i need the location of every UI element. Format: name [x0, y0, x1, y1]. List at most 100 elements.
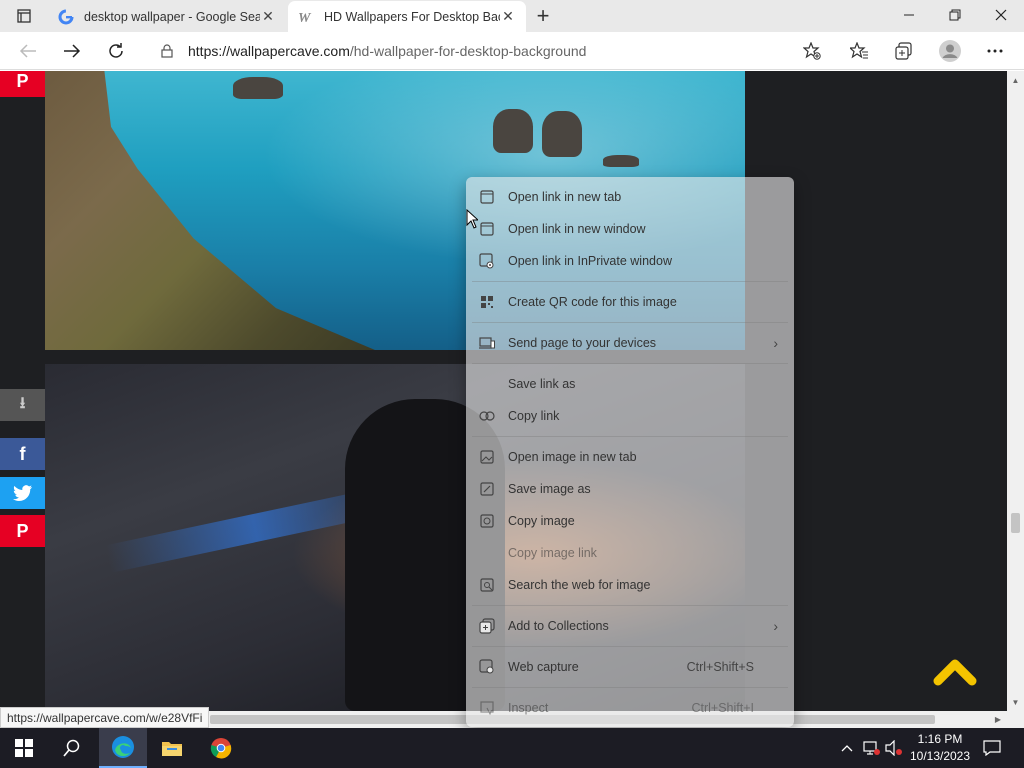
- scroll-up-icon[interactable]: ▲: [1007, 73, 1024, 87]
- system-clock[interactable]: 1:16 PM 10/13/2023: [904, 731, 976, 765]
- menu-item-label: Send page to your devices: [508, 336, 657, 350]
- rock-shape: [542, 111, 582, 157]
- image-tab-icon: [478, 448, 496, 466]
- vertical-scroll-thumb[interactable]: [1011, 513, 1020, 533]
- menu-item-open-link-new-tab[interactable]: Open link in new tab: [466, 182, 794, 212]
- collections-icon: [478, 617, 496, 635]
- tab-google-search[interactable]: desktop wallpaper - Google Sea ✕: [48, 1, 286, 32]
- new-tab-button[interactable]: +: [530, 3, 556, 28]
- network-icon[interactable]: [860, 728, 882, 768]
- menu-item-label: Open link in InPrivate window: [508, 254, 672, 268]
- menu-item-copy-image[interactable]: Copy image: [466, 506, 794, 536]
- web-capture-icon: [478, 658, 496, 676]
- tab-actions-icon[interactable]: [8, 4, 40, 28]
- search-icon[interactable]: [48, 728, 96, 768]
- chevron-right-icon: ›: [773, 335, 778, 351]
- cliff-shape: [45, 71, 375, 350]
- menu-item-search-web-for-image[interactable]: Search the web for image: [466, 570, 794, 600]
- scroll-down-icon[interactable]: ▼: [1007, 695, 1024, 709]
- notifications-icon[interactable]: [978, 728, 1006, 768]
- restore-button[interactable]: [932, 0, 978, 30]
- menu-item-web-capture[interactable]: Web capture Ctrl+Shift+S: [466, 652, 794, 682]
- tab-strip: desktop wallpaper - Google Sea ✕ W HD Wa…: [0, 0, 1024, 32]
- devices-icon: [478, 334, 496, 352]
- qr-code-icon: [478, 293, 496, 311]
- wallpapercave-icon: W: [298, 9, 314, 25]
- search-image-icon: [478, 576, 496, 594]
- start-button[interactable]: [0, 728, 48, 768]
- edge-taskbar-icon[interactable]: [99, 728, 147, 768]
- menu-item-label: Search the web for image: [508, 578, 651, 592]
- minimize-button[interactable]: [886, 0, 932, 30]
- pinterest-icon[interactable]: P: [0, 71, 45, 97]
- rock-shape: [493, 109, 533, 153]
- chrome-icon[interactable]: [197, 728, 245, 768]
- status-bar-url: https://wallpapercave.com/w/e28VfFi: [0, 707, 210, 728]
- menu-item-save-image-as[interactable]: Save image as: [466, 474, 794, 504]
- inspect-icon: [478, 699, 496, 717]
- scroll-right-icon[interactable]: ▶: [991, 711, 1005, 728]
- inprivate-icon: [478, 252, 496, 270]
- google-icon: [58, 9, 74, 25]
- menu-item-label: Open link in new window: [508, 222, 646, 236]
- pinterest-icon[interactable]: P: [0, 515, 45, 547]
- volume-muted-icon[interactable]: [884, 728, 904, 768]
- menu-item-create-qr-code[interactable]: Create QR code for this image: [466, 287, 794, 317]
- back-button[interactable]: [12, 35, 44, 67]
- menu-item-label: Copy link: [508, 409, 560, 423]
- refresh-button[interactable]: [100, 35, 132, 67]
- menu-item-shortcut: Ctrl+Shift+S: [686, 660, 754, 674]
- tab-title: HD Wallpapers For Desktop Back: [324, 9, 500, 24]
- menu-item-copy-link[interactable]: Copy link: [466, 401, 794, 431]
- menu-item-save-link-as[interactable]: Save link as: [466, 369, 794, 399]
- tab-wallpapercave[interactable]: W HD Wallpapers For Desktop Back ✕: [288, 1, 526, 32]
- taskbar: 1:16 PM 10/13/2023: [0, 728, 1024, 768]
- tab-title: desktop wallpaper - Google Sea: [84, 9, 260, 24]
- address-bar[interactable]: https://wallpapercave.com/hd-wallpaper-f…: [146, 36, 836, 66]
- clock-time: 1:16 PM: [917, 732, 963, 746]
- scroll-to-top-button[interactable]: [930, 651, 980, 691]
- download-icon[interactable]: ⭳: [0, 389, 45, 421]
- menu-item-inspect[interactable]: Inspect Ctrl+Shift+I: [466, 693, 794, 723]
- rock-shape: [233, 77, 283, 99]
- menu-item-label: Create QR code for this image: [508, 295, 677, 309]
- menu-item-copy-image-link[interactable]: Copy image link: [466, 538, 794, 568]
- menu-separator: [472, 687, 788, 688]
- lock-icon[interactable]: [152, 44, 182, 58]
- menu-item-open-link-inprivate[interactable]: Open link in InPrivate window: [466, 246, 794, 276]
- mouse-cursor-icon: [466, 208, 480, 229]
- menu-item-label: Copy image: [508, 514, 575, 528]
- menu-item-label: Save image as: [508, 482, 591, 496]
- chevron-up-icon[interactable]: [838, 728, 856, 768]
- url-host: https://wallpapercave.com: [188, 43, 350, 59]
- close-tab-icon[interactable]: ✕: [260, 8, 276, 25]
- facebook-icon[interactable]: f: [0, 438, 45, 470]
- menu-item-label: Open link in new tab: [508, 190, 622, 204]
- menu-item-add-to-collections[interactable]: Add to Collections ›: [466, 611, 794, 641]
- save-image-icon: [478, 480, 496, 498]
- menu-item-label: Web capture: [508, 660, 579, 674]
- favorites-icon[interactable]: [843, 35, 875, 67]
- file-explorer-icon[interactable]: [148, 728, 196, 768]
- clock-date: 10/13/2023: [909, 749, 971, 763]
- new-tab-icon: [478, 188, 496, 206]
- url-path: /hd-wallpaper-for-desktop-background: [349, 43, 587, 59]
- menu-item-open-link-new-window[interactable]: Open link in new window: [466, 214, 794, 244]
- collections-icon[interactable]: [888, 35, 920, 67]
- url-text: https://wallpapercave.com/hd-wallpaper-f…: [188, 43, 586, 59]
- menu-item-open-image-new-tab[interactable]: Open image in new tab: [466, 442, 794, 472]
- close-tab-icon[interactable]: ✕: [500, 8, 516, 25]
- menu-separator: [472, 436, 788, 437]
- add-favorite-icon[interactable]: [796, 35, 828, 67]
- forward-button[interactable]: [56, 35, 88, 67]
- menu-item-send-page-to-devices[interactable]: Send page to your devices ›: [466, 328, 794, 358]
- menu-item-label: Save link as: [508, 377, 576, 391]
- menu-separator: [472, 646, 788, 647]
- twitter-icon[interactable]: [0, 477, 45, 509]
- settings-more-icon[interactable]: [979, 35, 1011, 67]
- profile-avatar[interactable]: [934, 35, 966, 67]
- new-window-icon: [478, 220, 496, 238]
- rock-shape: [603, 155, 639, 167]
- close-window-button[interactable]: [978, 0, 1024, 30]
- vertical-scrollbar[interactable]: ▲ ▼: [1007, 71, 1024, 711]
